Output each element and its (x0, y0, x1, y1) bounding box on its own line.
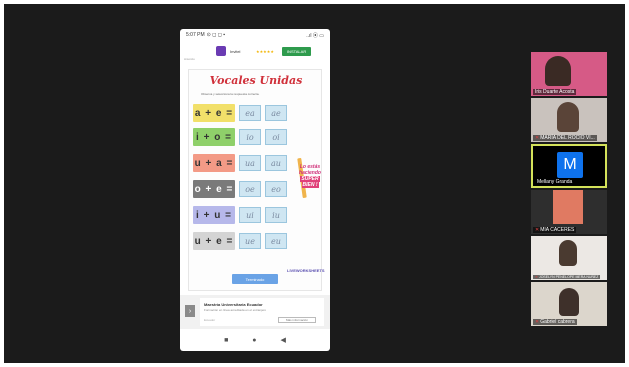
top-ad-banner[interactable]: Invitel ★★★★★ INSTALAR (180, 41, 330, 61)
status-bar: 5:07 PM ⊙ ◻ ◻ ▪ ..ıl ⦿ ▭ (180, 29, 330, 41)
ad-location: Ecuador (204, 318, 216, 322)
exercise-row: u + e = ue eu (193, 232, 297, 250)
exercise-row: o + e = oe eo (193, 180, 297, 198)
participant-tile[interactable]: Iris Duarte Acosta (531, 52, 607, 96)
mic-muted-icon: ✕ (535, 227, 540, 233)
person-silhouette (557, 102, 579, 132)
worksheet-instruction: Observa y selecciona la respuesta correc… (201, 92, 260, 96)
answer-option[interactable]: oi (265, 129, 287, 145)
participant-name: Iris Duarte Acosta (533, 89, 577, 95)
ad-app-name: Invitel (230, 48, 241, 54)
participant-name: ✕MARÍA DEL ROCÍO VI... (533, 135, 597, 141)
person-silhouette (553, 190, 583, 224)
finish-button[interactable]: Terminado (232, 274, 278, 284)
participant-tile[interactable]: ✕MIA CACERES (531, 190, 607, 234)
person-silhouette (559, 240, 577, 266)
back-icon[interactable]: ◀ (281, 336, 286, 344)
answer-option[interactable]: oe (239, 181, 261, 197)
shared-phone-screen: 5:07 PM ⊙ ◻ ◻ ▪ ..ıl ⦿ ▭ Invitel ★★★★★ I… (180, 29, 330, 351)
answer-option[interactable]: eo (265, 181, 287, 197)
mic-muted-icon: ✕ (535, 275, 538, 279)
answer-option[interactable]: io (239, 129, 261, 145)
status-time: 5:07 PM (186, 32, 205, 38)
ad-more-button[interactable]: Más información (278, 317, 316, 323)
equation-label: o + e = (193, 180, 235, 198)
participant-name: Mellany Granda (535, 179, 575, 185)
person-silhouette (545, 56, 571, 86)
liveworksheets-logo: LIVEWORKSHEETS (287, 268, 325, 273)
participant-tile[interactable]: ✕MARÍA DEL ROCÍO VI... (531, 98, 607, 142)
android-nav-bar: ■ ● ◀ (180, 329, 330, 351)
star-rating-icon: ★★★★★ (256, 48, 274, 54)
equation-label: u + e = (193, 232, 235, 250)
equation-label: i + u = (193, 206, 235, 224)
equation-label: u + a = (193, 154, 235, 172)
answer-option[interactable]: ue (239, 233, 261, 249)
exercise-row: i + u = ui iu (193, 206, 297, 224)
worksheet: Vocales Unidas Observa y selecciona la r… (188, 69, 325, 291)
ad-install-button[interactable]: INSTALAR (281, 46, 312, 56)
encouragement-badge: Lo estás haciendo SUPER BIEN ! (298, 164, 322, 204)
mic-muted-icon: ✕ (535, 319, 540, 325)
ad-subtitle: Formación en línea acreditada en el extr… (204, 308, 267, 312)
exercise-row: a + e = ea ae (193, 104, 297, 122)
participant-name: ✕JOSELYN PENELOPE MERA NUÑEZ (533, 275, 601, 279)
chevron-right-icon[interactable]: › (185, 305, 195, 317)
worksheet-title: Vocales Unidas (209, 74, 303, 87)
answer-option[interactable]: ea (239, 105, 261, 121)
person-silhouette (559, 288, 579, 316)
participant-name: ✕Gabriel cabrera (533, 319, 577, 325)
mic-muted-icon: ✕ (535, 135, 540, 141)
equation-label: i + o = (193, 128, 235, 146)
bottom-ad-panel: › Maestría Universitaria Ecuador Formaci… (180, 295, 330, 329)
answer-option[interactable]: au (265, 155, 287, 171)
status-icons: ⊙ ◻ ◻ ▪ (206, 32, 226, 38)
participant-tile[interactable]: ✕JOSELYN PENELOPE MERA NUÑEZ (531, 236, 607, 280)
ad-app-logo (216, 46, 226, 56)
answer-option[interactable]: ae (265, 105, 287, 121)
answer-option[interactable]: iu (265, 207, 287, 223)
avatar: M (557, 152, 583, 178)
home-icon[interactable]: ● (252, 337, 256, 344)
recents-icon[interactable]: ■ (224, 337, 228, 344)
exercise-row: i + o = io oi (193, 128, 297, 146)
status-right-icons: ..ıl ⦿ ▭ (306, 32, 324, 39)
ad-card[interactable]: Maestría Universitaria Ecuador Formación… (200, 298, 324, 326)
answer-option[interactable]: eu (265, 233, 287, 249)
exercise-row: u + a = ua au (193, 154, 297, 172)
badge-highlight: BIEN ! (301, 182, 319, 188)
ad-label: Anuncio (184, 57, 195, 61)
meeting-stage: 5:07 PM ⊙ ◻ ◻ ▪ ..ıl ⦿ ▭ Invitel ★★★★★ I… (4, 4, 625, 363)
answer-option[interactable]: ua (239, 155, 261, 171)
participant-tile-active-speaker[interactable]: M Mellany Granda (531, 144, 607, 188)
equation-label: a + e = (193, 104, 235, 122)
answer-option[interactable]: ui (239, 207, 261, 223)
participant-name: ✕MIA CACERES (533, 227, 577, 233)
ad-title: Maestría Universitaria Ecuador (204, 302, 263, 307)
participant-tile[interactable]: ✕Gabriel cabrera (531, 282, 607, 326)
